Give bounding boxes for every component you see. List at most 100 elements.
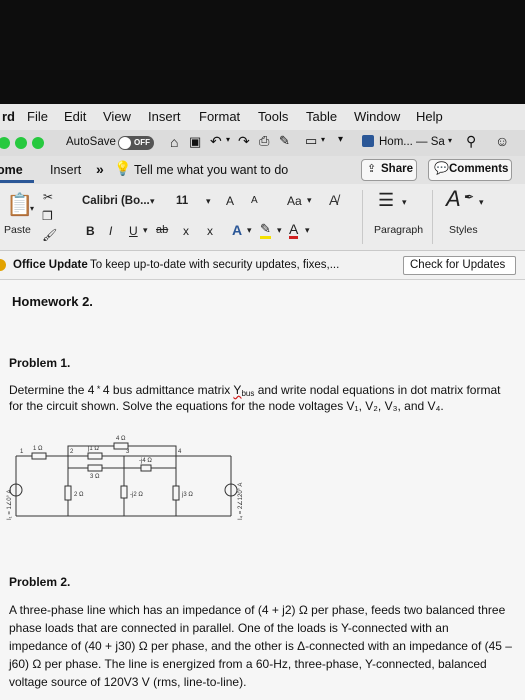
- highlight-color-icon[interactable]: ✎: [260, 222, 271, 239]
- label-j2: -j2 Ω: [130, 492, 143, 498]
- save-icon[interactable]: ▣: [189, 134, 201, 150]
- tab-home[interactable]: Home: [0, 163, 23, 177]
- tell-me-input[interactable]: Tell me what you want to do: [134, 163, 288, 177]
- font-color-button[interactable]: A: [289, 222, 299, 239]
- dark-background-top: [0, 0, 525, 104]
- chevron-down-icon[interactable]: ▾: [479, 197, 484, 208]
- menu-insert[interactable]: Insert: [148, 109, 181, 124]
- copy-icon[interactable]: ❐: [42, 209, 53, 223]
- styles-brush-icon: ✒: [464, 190, 475, 204]
- chevron-down-icon[interactable]: ▾: [226, 135, 230, 144]
- chevron-down-icon[interactable]: ▾: [402, 197, 407, 208]
- comments-label: Comments: [449, 163, 509, 175]
- chevron-down-icon[interactable]: ▾: [30, 204, 34, 213]
- label-j4: -j4 Ω: [139, 458, 152, 464]
- check-for-updates-button[interactable]: Check for Updates: [403, 256, 516, 275]
- menu-file[interactable]: File: [27, 109, 48, 124]
- menu-tools[interactable]: Tools: [258, 109, 288, 124]
- circuit-diagram: 1 Ω j1 Ω 4 Ω 3 Ω -j4 Ω 2 Ω -j2 Ω j3 Ω 1 …: [6, 436, 244, 520]
- share-button[interactable]: ⇪ Share: [361, 159, 417, 181]
- smiley-feedback-icon[interactable]: ☺: [495, 133, 509, 149]
- problem-1-text-a: Determine the 4: [9, 383, 95, 397]
- font-size-select[interactable]: 11 ▾: [168, 192, 218, 212]
- share-icon: ⇪: [367, 163, 377, 175]
- styles-icon[interactable]: A: [446, 186, 461, 212]
- more-tabs-icon[interactable]: »: [96, 161, 104, 177]
- resistor-3: [87, 464, 103, 472]
- inductor-j1: [87, 452, 103, 460]
- chevron-down-icon: ▾: [206, 196, 211, 206]
- underline-button[interactable]: U: [129, 224, 138, 238]
- print-icon[interactable]: ⎙: [259, 133, 269, 149]
- window-close-button[interactable]: [0, 137, 10, 149]
- menu-window[interactable]: Window: [354, 109, 400, 124]
- label-r14: 1 Ω: [33, 446, 43, 452]
- paragraph-icon[interactable]: ☰: [378, 190, 394, 211]
- label-j1: j1 Ω: [87, 446, 99, 452]
- menu-table[interactable]: Table: [306, 109, 337, 124]
- format-painter-icon[interactable]: 🖌: [42, 228, 57, 242]
- menu-format[interactable]: Format: [199, 109, 240, 124]
- label-node4: 4: [178, 449, 182, 455]
- tab-insert[interactable]: Insert: [50, 163, 81, 177]
- ribbon-divider: [432, 190, 433, 244]
- chevron-down-icon[interactable]: ▾: [247, 225, 252, 236]
- label-j3: j3 Ω: [181, 492, 193, 498]
- active-tab-underline: [0, 180, 34, 183]
- strikethrough-button[interactable]: ab: [156, 224, 168, 236]
- superscript-button[interactable]: x: [207, 224, 213, 238]
- problem-2-line-1: A three-phase line which has an impedanc…: [9, 603, 506, 617]
- chevron-down-icon[interactable]: ▾: [305, 225, 310, 236]
- paragraph-label[interactable]: Paragraph: [374, 224, 423, 236]
- window-minimize-button[interactable]: [15, 137, 27, 149]
- menu-view[interactable]: View: [103, 109, 131, 124]
- problem-2-line-2: phase loads that are connected in parall…: [9, 621, 449, 635]
- styles-label[interactable]: Styles: [449, 224, 478, 236]
- menu-edit[interactable]: Edit: [64, 109, 86, 124]
- italic-button[interactable]: I: [109, 224, 112, 238]
- subscript-button[interactable]: x: [183, 224, 189, 238]
- menu-help[interactable]: Help: [416, 109, 443, 124]
- update-info-icon: [0, 259, 6, 271]
- chevron-down-icon[interactable]: ▾: [143, 225, 148, 236]
- document-title[interactable]: Hom... — Sa: [379, 136, 445, 148]
- capacitor-j2: [120, 485, 128, 499]
- text-effects-button[interactable]: A: [232, 222, 242, 238]
- shrink-font-button[interactable]: A: [251, 195, 258, 206]
- clear-formatting-icon[interactable]: A̸: [329, 192, 338, 208]
- label-node3: 3: [126, 449, 130, 455]
- ribbon-home: 📋 ▾ Paste ✂ ❐ 🖌 Calibri (Bo... ▾ 11 ▾ A …: [0, 184, 525, 251]
- comment-icon: 💬: [434, 161, 449, 175]
- chevron-down-icon[interactable]: ▾: [321, 135, 325, 144]
- chevron-down-icon[interactable]: ▾: [448, 136, 452, 145]
- change-case-button[interactable]: Aa: [287, 194, 302, 208]
- font-name-select[interactable]: Calibri (Bo... ▾: [80, 192, 160, 212]
- grow-font-button[interactable]: A: [226, 194, 234, 208]
- window-zoom-button[interactable]: [32, 137, 44, 149]
- font-size-value: 11: [176, 195, 189, 207]
- search-icon[interactable]: ⚲: [466, 133, 476, 150]
- resistor-1: [31, 452, 47, 460]
- bold-button[interactable]: B: [86, 224, 95, 238]
- autosave-toggle[interactable]: OFF: [118, 136, 154, 150]
- app-name-fragment: rd: [2, 109, 15, 124]
- update-title: Office Update: [13, 259, 88, 271]
- chevron-down-icon: ▾: [150, 196, 155, 206]
- home-icon[interactable]: ⌂: [170, 134, 178, 150]
- chevron-down-icon[interactable]: ▾: [277, 225, 282, 236]
- comments-button[interactable]: 💬 Comments: [428, 159, 512, 181]
- ybus-symbol: Ybus: [233, 383, 254, 398]
- document-page[interactable]: Homework 2. Problem 1. Determine the 4 *…: [0, 280, 525, 700]
- capacitor-j4: [140, 464, 152, 472]
- redo-icon[interactable]: ↷: [238, 133, 250, 150]
- undo-icon[interactable]: ↶: [210, 133, 222, 150]
- chevron-down-icon[interactable]: ▾: [307, 195, 312, 206]
- view-toggle-icon[interactable]: ▭: [305, 133, 317, 149]
- edit-document-icon[interactable]: ✎: [279, 133, 290, 149]
- check-for-updates-label: Check for Updates: [410, 259, 506, 271]
- paste-label[interactable]: Paste: [4, 224, 31, 236]
- problem-2-title: Problem 2.: [9, 575, 71, 589]
- cut-icon[interactable]: ✂: [43, 190, 53, 204]
- customize-toolbar-icon[interactable]: ▾: [338, 134, 343, 145]
- label-r4: 4 Ω: [116, 436, 126, 442]
